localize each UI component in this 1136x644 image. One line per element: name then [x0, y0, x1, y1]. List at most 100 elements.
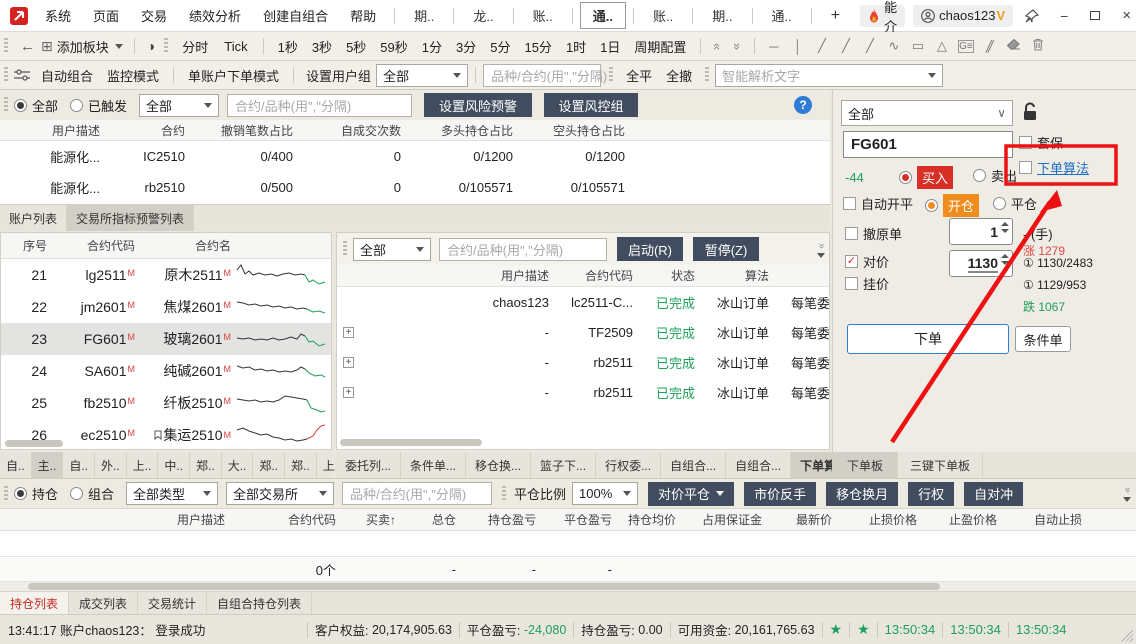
stepper-up-icon[interactable]	[1001, 254, 1009, 258]
add-workspace-tab-button[interactable]: +	[819, 4, 852, 28]
drag-handle[interactable]	[4, 38, 8, 54]
tab-combo-position-list[interactable]: 自组合持仓列表	[207, 592, 312, 614]
period-1s[interactable]: 1秒	[271, 37, 305, 56]
counter-close-button[interactable]: 对价平仓	[648, 482, 734, 506]
drag-handle[interactable]	[343, 241, 347, 257]
collapse-up-icon[interactable]: «	[712, 42, 725, 49]
unlock-icon[interactable]	[1021, 102, 1039, 122]
menu-performance[interactable]: 绩效分析	[178, 6, 252, 25]
close-ratio-select[interactable]: 100%	[572, 482, 638, 505]
expand-icon[interactable]: +	[343, 327, 354, 338]
add-board-button[interactable]: 添加板块	[53, 37, 127, 56]
period-3m[interactable]: 3分	[449, 37, 483, 56]
workspace-tab-7[interactable]: 通..	[760, 3, 804, 28]
theme-toggle-icon[interactable]: ◑	[142, 38, 160, 54]
algo-scope-select[interactable]: 全部	[353, 238, 431, 261]
place-order-button[interactable]: 下单	[847, 324, 1009, 354]
star-icon[interactable]: ★	[830, 621, 843, 638]
drag-handle[interactable]	[4, 486, 8, 502]
board-tab-9[interactable]: 郑..	[253, 452, 285, 478]
horizontal-scrollbar[interactable]	[5, 440, 63, 447]
period-5m[interactable]: 5分	[483, 37, 517, 56]
stepper-down-icon[interactable]	[1001, 261, 1009, 265]
period-config[interactable]: 周期配置	[627, 37, 693, 56]
algo-symbol-input[interactable]: 合约/品种(用","分隔)	[439, 238, 607, 261]
drag-handle[interactable]	[4, 67, 8, 83]
tab-order-list[interactable]: 委托列...	[336, 452, 401, 478]
drag-handle[interactable]	[4, 97, 8, 113]
algo-row[interactable]: + - TF2509 已完成 冰山订单 每笔委	[337, 317, 829, 347]
market-reverse-button[interactable]: 市价反手	[744, 482, 816, 506]
resize-grip[interactable]	[1121, 630, 1133, 642]
stepper-up-icon[interactable]	[1001, 222, 1009, 226]
horizontal-scrollbar[interactable]	[28, 583, 940, 590]
col-position-pnl[interactable]: 持仓盈亏	[456, 511, 536, 528]
algo-row[interactable]: + - rb2511 已完成 冰山订单 每笔委	[337, 347, 829, 377]
col-selftrade-count[interactable]: 自成交次数	[293, 122, 401, 139]
tab-roll-orders[interactable]: 移仓换...	[466, 452, 531, 478]
set-risk-group-button[interactable]: 设置风控组	[544, 93, 638, 117]
condition-order-button[interactable]: 条件单	[1015, 326, 1071, 352]
menu-system[interactable]: 系统	[34, 6, 82, 25]
tab-three-key-board[interactable]: 三键下单板	[898, 452, 983, 478]
period-minute-view[interactable]: 分时	[174, 37, 216, 56]
single-account-mode-button[interactable]: 单账户下单模式	[181, 66, 286, 85]
col-long-ratio[interactable]: 多头持仓占比	[401, 122, 513, 139]
tab-exercise-orders[interactable]: 行权委...	[596, 452, 661, 478]
col-avg-price[interactable]: 持仓均价	[612, 511, 676, 528]
col-close-pnl[interactable]: 平仓盈亏	[536, 511, 612, 528]
radio-triggered[interactable]: 已触发	[70, 96, 127, 115]
auto-combo-button[interactable]: 自动组合	[34, 66, 100, 85]
col-contract[interactable]: 合约	[100, 122, 185, 139]
menu-help[interactable]: 帮助	[339, 6, 387, 25]
workspace-tab-6[interactable]: 期..	[700, 3, 744, 28]
tab-position-list-active[interactable]: 持仓列表	[0, 592, 69, 614]
quantity-stepper[interactable]: 1	[949, 218, 1013, 245]
workspace-tab-1[interactable]: 期..	[402, 3, 446, 28]
contract-row[interactable]: 24 SA601M 纯碱2601M	[1, 355, 331, 387]
chevron-down-icon[interactable]	[817, 253, 825, 258]
col-user-desc[interactable]: 用户描述	[337, 267, 549, 284]
start-button[interactable]: 启动(R)	[617, 237, 683, 261]
sell-radio[interactable]: 卖出	[973, 166, 1017, 185]
workspace-tab-2[interactable]: 龙..	[461, 3, 505, 28]
horizontal-scrollbar[interactable]	[340, 439, 482, 446]
hedge-checkbox[interactable]: 套保	[1019, 133, 1063, 152]
position-radio[interactable]: 持仓	[14, 484, 58, 503]
close-button[interactable]: ×	[1111, 7, 1136, 24]
col-cancel-ratio[interactable]: 撤销笔数占比	[185, 122, 293, 139]
col-status[interactable]: 状态	[633, 267, 695, 284]
user-group-select[interactable]: 全部	[376, 64, 468, 87]
period-5s[interactable]: 5秒	[339, 37, 373, 56]
menu-trade[interactable]: 交易	[130, 6, 178, 25]
cancel-original-checkbox[interactable]: 撤原单	[845, 224, 902, 243]
col-code[interactable]: 合约代码	[549, 267, 633, 284]
stepper-down-icon[interactable]	[1001, 229, 1009, 233]
menu-page[interactable]: 页面	[82, 6, 130, 25]
workspace-tab-4-active[interactable]: 通..	[580, 2, 626, 29]
eraser-icon[interactable]	[1002, 39, 1026, 54]
col-margin[interactable]: 占用保证金	[676, 511, 762, 528]
tab-combo-2[interactable]: 自组合...	[726, 452, 791, 478]
filter-sliders-icon[interactable]	[14, 69, 30, 81]
collapse-panel-icon[interactable]: »	[1122, 487, 1132, 493]
board-tab-6[interactable]: 中..	[158, 452, 190, 478]
draw-rect-icon[interactable]: ▭	[906, 38, 930, 54]
price-stepper[interactable]: 1130	[949, 250, 1013, 277]
pending-price-checkbox[interactable]: 挂价	[845, 274, 889, 293]
risk-symbol-input[interactable]: 合约/品种(用","分隔)	[227, 94, 412, 117]
draw-triangle-icon[interactable]: △	[930, 38, 954, 54]
close-all-button[interactable]: 全平	[619, 66, 659, 85]
tab-account-list[interactable]: 账户列表	[0, 205, 67, 231]
exchange-select[interactable]: 全部交易所	[226, 482, 334, 505]
col-user-desc[interactable]: 用户描述	[0, 122, 100, 139]
period-1h[interactable]: 1时	[559, 37, 593, 56]
period-1d[interactable]: 1日	[593, 37, 627, 56]
open-radio[interactable]: 开仓	[925, 194, 979, 217]
position-hscroll-track[interactable]	[0, 582, 1136, 591]
risk-scope-select[interactable]: 全部	[139, 94, 219, 117]
counter-price-checkbox[interactable]: ✓对价	[845, 252, 889, 271]
contract-row[interactable]: 25 fb2510M 纤板2510M	[1, 387, 331, 419]
algo-row[interactable]: + - rb2511 已完成 冰山订单 每笔委	[337, 377, 829, 407]
menu-create-combo[interactable]: 创建自组合	[252, 6, 339, 25]
